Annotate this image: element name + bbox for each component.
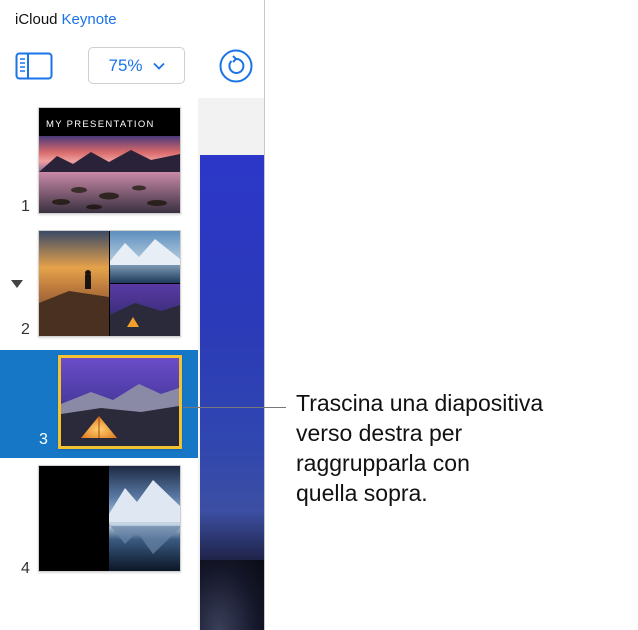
callout-line-4: quella sopra.	[296, 480, 428, 506]
slide-row-2[interactable]: 2	[0, 218, 198, 350]
slide-row-4[interactable]: 4	[0, 458, 198, 586]
slide-4-image	[39, 466, 180, 571]
slide-3-image	[61, 358, 179, 446]
app-title: iCloud Keynote	[15, 11, 117, 28]
slide-title-text: MY PRESENTATION	[46, 119, 155, 130]
slide-row-3[interactable]: 3	[0, 350, 198, 458]
slide-navigator: 1 MY PRESENTATION 2 3 4	[0, 98, 198, 630]
slide-thumbnail-2[interactable]	[38, 230, 181, 337]
slide-number: 4	[21, 560, 30, 577]
disclosure-triangle-icon[interactable]	[11, 280, 23, 288]
slide-number: 2	[21, 321, 30, 338]
sidebar-toggle-icon[interactable]	[15, 52, 53, 80]
zoom-value: 75%	[108, 55, 143, 75]
current-slide-edge	[200, 155, 264, 630]
chevron-down-icon	[152, 62, 165, 70]
callout-line-2: verso destra per	[296, 420, 463, 446]
slide-canvas[interactable]	[198, 98, 264, 630]
revert-icon[interactable]	[219, 49, 253, 83]
slide-row-1[interactable]: 1 MY PRESENTATION	[0, 98, 198, 218]
slide-thumbnail-3[interactable]	[58, 355, 182, 449]
zoom-dropdown[interactable]: 75%	[88, 47, 185, 84]
slide-number: 1	[21, 198, 30, 215]
callout-line-1: Trascina una diapositiva	[296, 390, 544, 416]
slide-2-image	[39, 231, 180, 336]
callout-line-3: raggrupparla con	[296, 450, 470, 476]
slide-thumbnail-4[interactable]	[38, 465, 181, 572]
brand-label: iCloud	[15, 11, 58, 28]
callout-leader-line	[183, 407, 286, 408]
keynote-app-window: iCloud Keynote 75% 1 MY PRESENTATION 2 3…	[0, 0, 265, 630]
toolbar: iCloud Keynote 75%	[0, 0, 264, 99]
slide-number: 3	[39, 431, 48, 448]
callout-text: Trascina una diapositiva verso destra pe…	[296, 388, 626, 508]
product-label: Keynote	[61, 11, 117, 28]
slide-thumbnail-1[interactable]: MY PRESENTATION	[38, 107, 181, 214]
